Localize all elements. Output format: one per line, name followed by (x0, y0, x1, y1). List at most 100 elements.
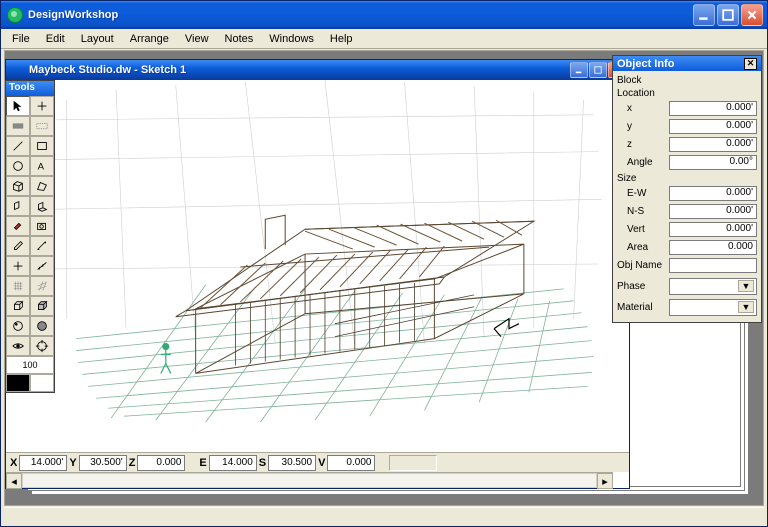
tool-eyedrop[interactable] (6, 236, 30, 256)
coord-e[interactable]: 14.000 (209, 455, 257, 471)
document-titlebar[interactable]: Maybeck Studio.dw - Sketch 1 (6, 60, 629, 80)
menu-notes[interactable]: Notes (218, 31, 261, 47)
menu-help[interactable]: Help (323, 31, 360, 47)
menu-view[interactable]: View (178, 31, 216, 47)
val-objname[interactable] (669, 258, 757, 273)
svg-text:A: A (38, 162, 45, 173)
coord-z[interactable]: 0.000 (137, 455, 185, 471)
tool-target[interactable] (30, 336, 54, 356)
coord-extra (389, 455, 437, 471)
tool-color-swatches[interactable] (6, 374, 54, 392)
tool-circle[interactable] (6, 156, 30, 176)
maximize-button[interactable] (717, 4, 739, 26)
tool-grid2[interactable] (30, 276, 54, 296)
object-info-titlebar[interactable]: Object Info ✕ (613, 56, 761, 71)
lbl-vert: Vert (617, 224, 669, 235)
tool-text[interactable]: A (30, 156, 54, 176)
tool-paint[interactable] (6, 216, 30, 236)
object-info-close-button[interactable]: ✕ (744, 58, 757, 70)
val-angle[interactable]: 0.00° (669, 155, 757, 170)
objinfo-size-header: Size (617, 171, 757, 184)
tool-hatch1[interactable] (6, 116, 30, 136)
tool-rect[interactable] (30, 136, 54, 156)
tool-render1[interactable] (6, 316, 30, 336)
scroll-left-button[interactable]: ◂ (6, 473, 22, 489)
close-button[interactable] (741, 4, 763, 26)
tool-camera[interactable] (30, 216, 54, 236)
tool-eye[interactable] (6, 336, 30, 356)
scroll-track[interactable] (22, 473, 597, 488)
minimize-button[interactable] (693, 4, 715, 26)
coord-y-label: Y (69, 457, 76, 469)
tool-extrude2[interactable] (30, 196, 54, 216)
lbl-ew: E-W (617, 188, 669, 199)
coord-x[interactable]: 14.000' (19, 455, 67, 471)
object-info-title: Object Info (617, 58, 674, 70)
tool-box[interactable] (6, 176, 30, 196)
tool-extrude1[interactable] (6, 196, 30, 216)
tool-poly[interactable] (30, 176, 54, 196)
coord-z-label: Z (129, 457, 136, 469)
tool-line[interactable] (6, 136, 30, 156)
val-z[interactable]: 0.000' (669, 137, 757, 152)
viewport-3d[interactable] (6, 80, 629, 452)
val-area[interactable]: 0.000 (669, 240, 757, 255)
document-title: Maybeck Studio.dw - Sketch 1 (29, 64, 570, 76)
tool-snap1[interactable] (6, 256, 30, 276)
object-info-palette[interactable]: Object Info ✕ Block Location x0.000' y0.… (612, 55, 762, 323)
coord-v-label: V (318, 457, 325, 469)
tools-title[interactable]: Tools (6, 81, 54, 96)
tool-cube2[interactable] (30, 296, 54, 316)
tool-measure[interactable] (30, 236, 54, 256)
val-y[interactable]: 0.000' (669, 119, 757, 134)
document-window: Maybeck Studio.dw - Sketch 1 (5, 59, 630, 489)
val-ew[interactable]: 0.000' (669, 186, 757, 201)
doc-minimize-button[interactable] (570, 62, 588, 78)
val-ns[interactable]: 0.000' (669, 204, 757, 219)
val-x[interactable]: 0.000' (669, 101, 757, 116)
lbl-x: x (617, 103, 669, 114)
lbl-y: y (617, 121, 669, 132)
coord-e-label: E (199, 457, 206, 469)
tool-add[interactable] (30, 96, 54, 116)
tool-cube1[interactable] (6, 296, 30, 316)
lbl-area: Area (617, 242, 669, 253)
lbl-material: Material (617, 302, 669, 313)
menu-layout[interactable]: Layout (74, 31, 121, 47)
coord-x-label: X (10, 457, 17, 469)
status-bar (4, 507, 764, 524)
val-vert[interactable]: 0.000' (669, 222, 757, 237)
tools-palette[interactable]: Tools A (5, 80, 55, 393)
select-phase[interactable] (669, 278, 757, 295)
tool-select[interactable] (6, 96, 30, 116)
menu-file[interactable]: File (5, 31, 37, 47)
lbl-z: z (617, 139, 669, 150)
tool-grid1[interactable] (6, 276, 30, 296)
tool-hatch2[interactable] (30, 116, 54, 136)
app-icon (7, 7, 23, 23)
lbl-angle: Angle (617, 157, 669, 168)
coord-s[interactable]: 30.500 (268, 455, 316, 471)
scroll-right-button[interactable]: ▸ (597, 473, 613, 489)
menubar: File Edit Layout Arrange View Notes Wind… (1, 29, 767, 49)
tool-zoom-value[interactable]: 100 (6, 356, 54, 374)
menu-windows[interactable]: Windows (262, 31, 321, 47)
coord-y[interactable]: 30.500' (79, 455, 127, 471)
coord-v[interactable]: 0.000 (327, 455, 375, 471)
tool-render2[interactable] (30, 316, 54, 336)
app-title: DesignWorkshop (28, 9, 693, 21)
document-icon (11, 63, 25, 77)
doc-maximize-button[interactable] (589, 62, 607, 78)
mdi-client: Tools A (4, 50, 764, 506)
app-titlebar[interactable]: DesignWorkshop (1, 1, 767, 29)
tool-snap2[interactable] (30, 256, 54, 276)
lbl-ns: N-S (617, 206, 669, 217)
menu-edit[interactable]: Edit (39, 31, 72, 47)
app-window: DesignWorkshop File Edit Layout Arrange … (0, 0, 768, 527)
coordinate-bar: X 14.000' Y 30.500' Z 0.000 E 14.000 S 3… (6, 452, 629, 472)
lbl-phase: Phase (617, 281, 669, 292)
menu-arrange[interactable]: Arrange (123, 31, 176, 47)
select-material[interactable] (669, 299, 757, 316)
objinfo-location-header: Location (617, 86, 757, 99)
doc-horizontal-scrollbar[interactable]: ◂ ▸ (6, 472, 613, 488)
